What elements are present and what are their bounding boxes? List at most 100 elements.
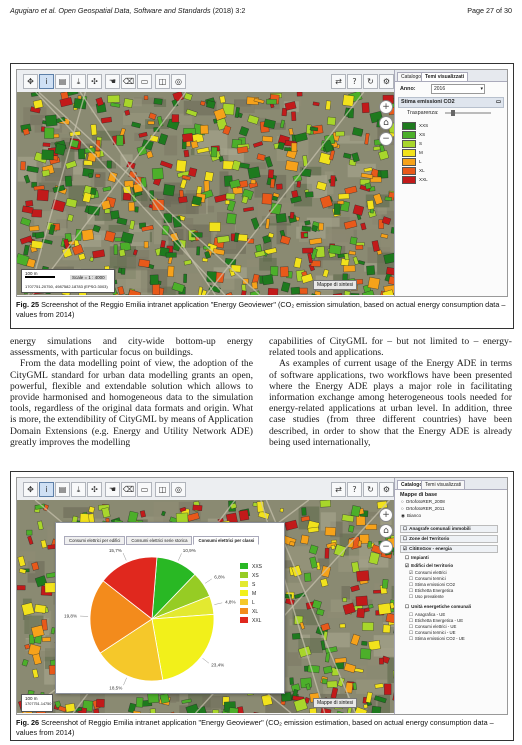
- base-map-option[interactable]: ◉ Bianco: [401, 513, 421, 519]
- home-icon[interactable]: ⌂: [379, 116, 393, 130]
- zoom-in-icon[interactable]: +: [379, 508, 393, 522]
- legend-swatch: [402, 167, 416, 175]
- legend-item: XL: [402, 167, 425, 175]
- layer-group[interactable]: ☐ Impianti: [405, 555, 429, 561]
- layer-label: Consumi elettrici: [414, 570, 447, 575]
- checkbox-icon: ☐: [403, 536, 408, 541]
- radio-icon: ○: [401, 506, 404, 511]
- data-label: 19,8%: [64, 613, 77, 618]
- mappe-di-sintesi-button[interactable]: Mappe di sintesi: [313, 698, 358, 708]
- folder-icon: ▭: [495, 99, 501, 105]
- left-column: energy simulations and city-wide bottom-…: [10, 336, 253, 448]
- layer-group[interactable]: ☑ CitiEnGov - energia: [400, 545, 498, 553]
- help-icon[interactable]: ?: [347, 74, 362, 89]
- paragraph: From the data modelling point of view, t…: [10, 358, 253, 448]
- layer-group[interactable]: ☐ Zone del Territorio: [400, 535, 498, 543]
- legend-item: M: [402, 149, 423, 157]
- hand-icon[interactable]: ☚: [105, 482, 120, 497]
- checkbox-icon: ☐: [409, 624, 413, 629]
- checkbox-icon: ☐: [405, 555, 410, 560]
- legend-item: S: [402, 140, 423, 148]
- transparency-slider[interactable]: [445, 110, 491, 116]
- anno-label: Anno:: [400, 86, 416, 92]
- sub-layer[interactable]: ☐ Uso prevalente: [409, 594, 444, 600]
- download-icon[interactable]: ⤓: [71, 74, 86, 89]
- help-icon[interactable]: ?: [347, 482, 362, 497]
- move-icon[interactable]: ✣: [87, 482, 102, 497]
- screenshot-energy-geoviewer-co2: ✥ i ▤ ⤓ ✣ ☚ ⌫ ▭ ◫ ◎ ⇄ ? ↻ ⚙ + ⌂ − 100 m …: [16, 69, 508, 297]
- refresh-icon[interactable]: ↻: [363, 482, 378, 497]
- pie-chart: 10,9% 6,8% 4,8% 23,4% 18,5% 19,8% 15,7% XXS XS SM…: [64, 548, 263, 691]
- layer-group[interactable]: ☑ Edifici del territorio: [405, 563, 453, 569]
- checkbox-icon: ☐: [409, 594, 413, 599]
- layer-label: Consumi termici: [414, 576, 446, 581]
- label-leader: [202, 658, 209, 664]
- zoom-out-icon[interactable]: −: [379, 132, 393, 146]
- layout-icon[interactable]: ◫: [155, 482, 170, 497]
- checkbox-icon: ☐: [409, 618, 413, 623]
- home-icon[interactable]: ⌂: [379, 524, 393, 538]
- legend-swatch: [402, 158, 416, 166]
- layer-header[interactable]: Stima emissioni CO2 ▭: [398, 97, 504, 108]
- tab-temi-visualizzati[interactable]: Temi visualizzati: [421, 72, 469, 81]
- base-map-option[interactable]: ○ OrtofotoRER_2011: [401, 506, 445, 511]
- screenshot-energy-geoviewer-consumption: ✥ i ▤ ⤓ ✣ ☚ ⌫ ▭ ◫ ◎ ⇄ ? ↻ ⚙ + ⌂ − 100 m …: [16, 477, 508, 715]
- settings-icon[interactable]: ⚙: [379, 482, 394, 497]
- legend-label: L: [252, 600, 255, 606]
- figure-26-caption: Fig. 26 Screenshot of Reggio Emilia intr…: [16, 718, 508, 738]
- chart-dialog: Consumi elettrici per edifici Consumi ele…: [55, 522, 285, 694]
- legend-label: S: [419, 141, 423, 146]
- layer-label: Stima emissioni CO2 - UE: [414, 636, 465, 641]
- legend-swatch: [402, 140, 416, 148]
- sub-layer[interactable]: ☐ Stima emissioni CO2 - UE: [409, 636, 465, 642]
- right-column: capabilities of CityGML for – but not li…: [269, 336, 512, 448]
- share-icon[interactable]: ⇄: [331, 482, 346, 497]
- print-icon[interactable]: ▤: [55, 74, 70, 89]
- mappe-di-sintesi-button[interactable]: Mappe di sintesi: [313, 280, 358, 290]
- download-icon[interactable]: ⤓: [71, 482, 86, 497]
- anno-select[interactable]: 2016 ▾: [431, 84, 485, 94]
- legend-label: XXS: [252, 564, 263, 570]
- pan-icon[interactable]: ✥: [23, 74, 38, 89]
- layer-group[interactable]: ☐ Unità energetiche comunali: [405, 604, 471, 610]
- map-view[interactable]: + ⌂ − 100 m Scale = 1 : 4000 1707751.207…: [17, 92, 395, 296]
- eraser-icon[interactable]: ⌫: [121, 74, 136, 89]
- info-icon[interactable]: i: [39, 74, 54, 89]
- globe-icon[interactable]: ◎: [171, 482, 186, 497]
- hand-icon[interactable]: ☚: [105, 74, 120, 89]
- layer-label: OrtofotoRER_2008: [405, 499, 445, 504]
- layer-label: Etichetta Energetica - UE: [414, 618, 464, 623]
- legend-item: XS: [402, 131, 425, 139]
- info-icon[interactable]: i: [39, 482, 54, 497]
- pan-icon[interactable]: ✥: [23, 482, 38, 497]
- legend-swatch: [402, 131, 416, 139]
- ruler-icon[interactable]: ▭: [137, 482, 152, 497]
- move-icon[interactable]: ✣: [87, 74, 102, 89]
- legend-item: XXL: [402, 176, 428, 184]
- label-leader: [178, 553, 182, 561]
- paragraph: As examples of current usage of the Ener…: [269, 358, 512, 448]
- refresh-icon[interactable]: ↻: [363, 74, 378, 89]
- checkbox-icon: ☐: [409, 612, 413, 617]
- print-icon[interactable]: ▤: [55, 482, 70, 497]
- layer-label: Uso prevalente: [414, 594, 444, 599]
- tab-temi-visualizzati[interactable]: Temi visualizzati: [421, 480, 466, 489]
- legend-label: XL: [419, 168, 425, 173]
- legend-label: XS: [252, 573, 259, 579]
- legend-label: XXS: [419, 123, 429, 128]
- layout-icon[interactable]: ◫: [155, 74, 170, 89]
- eraser-icon[interactable]: ⌫: [121, 482, 136, 497]
- base-map-option[interactable]: ○ OrtofotoRER_2008: [401, 499, 445, 504]
- map-view[interactable]: + ⌂ − 100 m 1707751.14750 Mappe di sinte…: [17, 500, 395, 714]
- zoom-in-icon[interactable]: +: [379, 100, 393, 114]
- ruler-icon[interactable]: ▭: [137, 74, 152, 89]
- settings-icon[interactable]: ⚙: [379, 74, 394, 89]
- zoom-out-icon[interactable]: −: [379, 540, 393, 554]
- layer-group[interactable]: ☐ Anagrafe comunali immobili: [400, 525, 498, 533]
- legend-label: XXL: [419, 177, 428, 182]
- layer-label: Anagrafica - UE: [414, 612, 446, 617]
- page-number: Page 27 of 30: [467, 6, 512, 15]
- globe-icon[interactable]: ◎: [171, 74, 186, 89]
- legend-swatch: [240, 617, 248, 623]
- share-icon[interactable]: ⇄: [331, 74, 346, 89]
